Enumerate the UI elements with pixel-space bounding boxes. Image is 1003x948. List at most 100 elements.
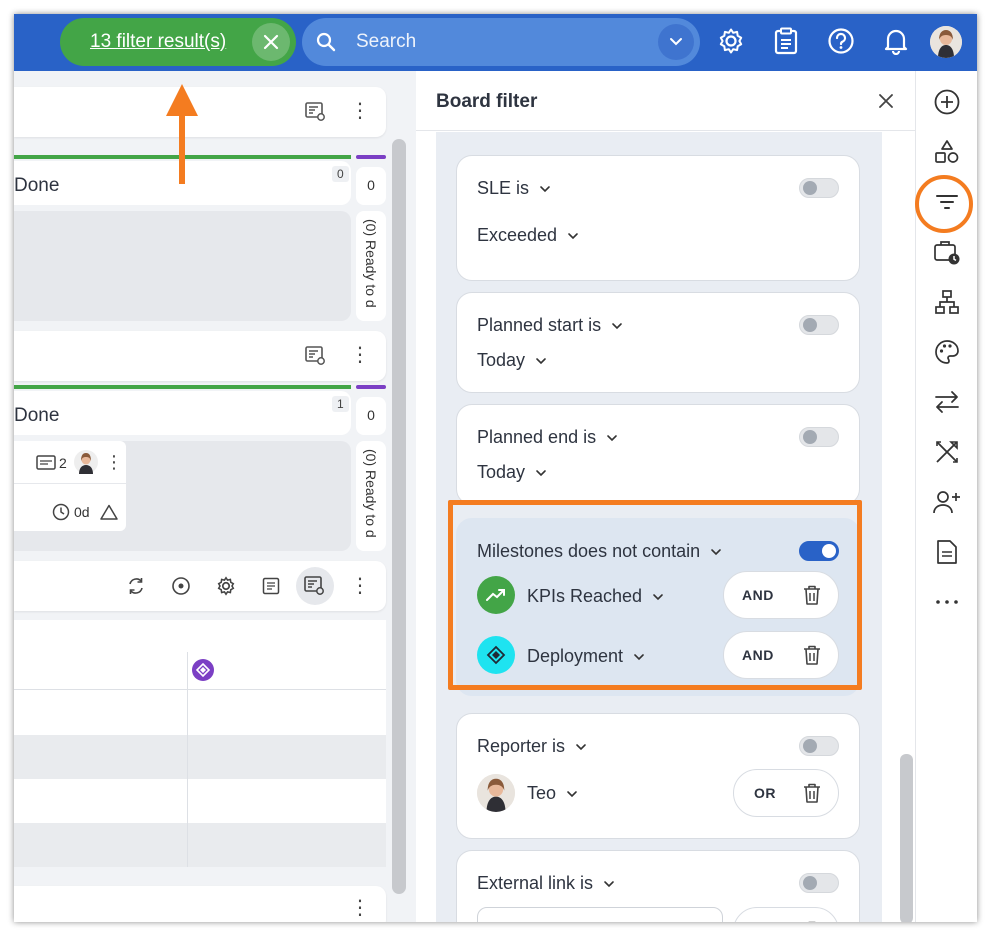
collapsed-column-header[interactable]: 0 <box>356 397 386 435</box>
collapsed-column[interactable]: (0) Ready to d <box>356 441 386 551</box>
or-operator-button[interactable]: OR <box>754 785 776 801</box>
filter-panel-scrollbar[interactable] <box>900 754 913 922</box>
clipboard-button[interactable] <box>770 25 802 57</box>
more-button[interactable] <box>933 588 961 616</box>
lane-progress-bar-purple <box>356 385 386 389</box>
document-button[interactable] <box>933 538 961 566</box>
filter-list-icon <box>305 102 325 121</box>
search-input[interactable]: Search <box>356 31 416 53</box>
user-avatar[interactable] <box>930 26 962 58</box>
tools-button[interactable] <box>933 438 961 466</box>
card-comments[interactable]: 2 <box>36 455 67 471</box>
lane-filter-button[interactable] <box>304 344 328 368</box>
reporter-name: Teo <box>527 783 557 803</box>
lane-count: 1 <box>332 396 349 412</box>
external-link-input[interactable] <box>477 907 723 922</box>
card-more-button[interactable]: ⋮ <box>102 450 126 474</box>
board-filter-button-active[interactable] <box>296 567 334 605</box>
filter-field-dropdown[interactable]: Planned start is <box>477 315 623 336</box>
collapsed-column-label: (0) Ready to d <box>363 219 379 308</box>
close-filter-panel-button[interactable] <box>874 89 898 113</box>
annotation-arrow <box>166 84 198 184</box>
avatar-image <box>79 453 93 474</box>
reporter-value-dropdown[interactable]: Teo <box>527 783 578 804</box>
refresh-button[interactable] <box>124 574 148 598</box>
board-scrollbar[interactable] <box>392 139 406 894</box>
refresh-icon <box>129 578 143 594</box>
view-toolbar: ⋮ <box>14 561 386 611</box>
table-row[interactable] <box>14 823 386 867</box>
filter-toggle[interactable] <box>799 873 839 893</box>
filter-results-pill[interactable]: 13 filter result(s) <box>60 18 296 66</box>
lane-drop-area[interactable] <box>14 211 351 321</box>
bell-icon <box>884 29 908 55</box>
lane-more-button[interactable]: ⋮ <box>348 343 372 367</box>
table-row[interactable] <box>14 735 386 779</box>
add-button[interactable] <box>933 88 961 116</box>
help-button[interactable] <box>825 25 857 57</box>
lane-filter-button[interactable] <box>304 100 328 124</box>
trash-icon[interactable] <box>802 782 822 804</box>
filter-card-reporter: Reporter is Teo OR <box>456 713 860 839</box>
filter-field-dropdown[interactable]: Planned end is <box>477 427 618 448</box>
filter-toggle[interactable] <box>799 736 839 756</box>
filter-field-label: SLE is <box>477 178 530 198</box>
lane-title: Done <box>14 405 60 426</box>
collapsed-column-header[interactable]: 0 <box>356 167 386 205</box>
filter-toggle[interactable] <box>799 178 839 198</box>
filter-field-label: External link is <box>477 873 594 893</box>
filter-value-dropdown[interactable]: Today <box>477 462 547 483</box>
condition-operator-group: OR <box>733 907 839 922</box>
time-tracking-button[interactable] <box>933 238 961 266</box>
search-bar[interactable]: Search <box>302 18 700 66</box>
notes-button[interactable] <box>259 574 283 598</box>
collapsed-column[interactable]: (0) Ready to d <box>356 211 386 321</box>
target-icon <box>172 577 190 595</box>
filter-field-dropdown[interactable]: External link is <box>477 873 615 894</box>
swimlane-header: ⋮ <box>14 87 386 137</box>
filter-field-dropdown[interactable]: Reporter is <box>477 736 587 757</box>
focus-button[interactable] <box>169 574 193 598</box>
gear-icon <box>719 28 743 54</box>
filter-toggle[interactable] <box>799 315 839 335</box>
filter-results-link[interactable]: 13 filter result(s) <box>90 31 226 53</box>
add-user-button[interactable] <box>933 488 961 516</box>
top-bar: 13 filter result(s) Search <box>14 14 977 71</box>
close-icon <box>263 34 279 50</box>
toolbar-more-button[interactable]: ⋮ <box>348 574 372 598</box>
more-icon <box>936 600 958 604</box>
board-area: ⋮ Done 0 0 (0) Ready to d ⋮ Done 1 0 (0)… <box>14 71 416 922</box>
comment-icon <box>36 455 56 470</box>
filter-toggle[interactable] <box>799 427 839 447</box>
card-assignee-avatar[interactable] <box>74 450 98 474</box>
clear-filter-button[interactable] <box>252 23 290 61</box>
filter-value-dropdown[interactable]: Exceeded <box>477 225 579 246</box>
table-row[interactable] <box>14 779 386 823</box>
notifications-button[interactable] <box>880 25 912 57</box>
filter-field-dropdown[interactable]: SLE is <box>477 178 551 199</box>
lane-more-button[interactable]: ⋮ <box>348 99 372 123</box>
theme-button[interactable] <box>933 338 961 366</box>
app-window: 13 filter result(s) Search ⋮ Done 0 0 (0… <box>14 14 977 922</box>
trash-icon[interactable] <box>802 920 822 922</box>
filter-card-external-link: External link is OR <box>456 850 860 922</box>
comment-count: 2 <box>59 455 67 471</box>
settings-button[interactable] <box>715 25 747 57</box>
search-options-button[interactable] <box>658 24 694 60</box>
milestone-marker[interactable] <box>192 659 214 681</box>
view-settings-button[interactable] <box>214 574 238 598</box>
warning-icon <box>100 504 118 520</box>
hierarchy-button[interactable] <box>933 288 961 316</box>
lane-more-button[interactable]: ⋮ <box>348 896 372 920</box>
help-icon <box>828 28 854 54</box>
diamond-icon <box>196 663 210 677</box>
toggle-knob <box>803 876 817 890</box>
filter-value-label: Exceeded <box>477 225 558 245</box>
swap-button[interactable] <box>933 388 961 416</box>
note-icon <box>262 577 280 595</box>
task-card[interactable]: 2 ⋮ 0d <box>14 441 126 531</box>
table-row[interactable] <box>14 691 386 735</box>
shapes-button[interactable] <box>933 138 961 166</box>
chevron-down-icon <box>536 357 546 364</box>
filter-value-dropdown[interactable]: Today <box>477 350 547 371</box>
